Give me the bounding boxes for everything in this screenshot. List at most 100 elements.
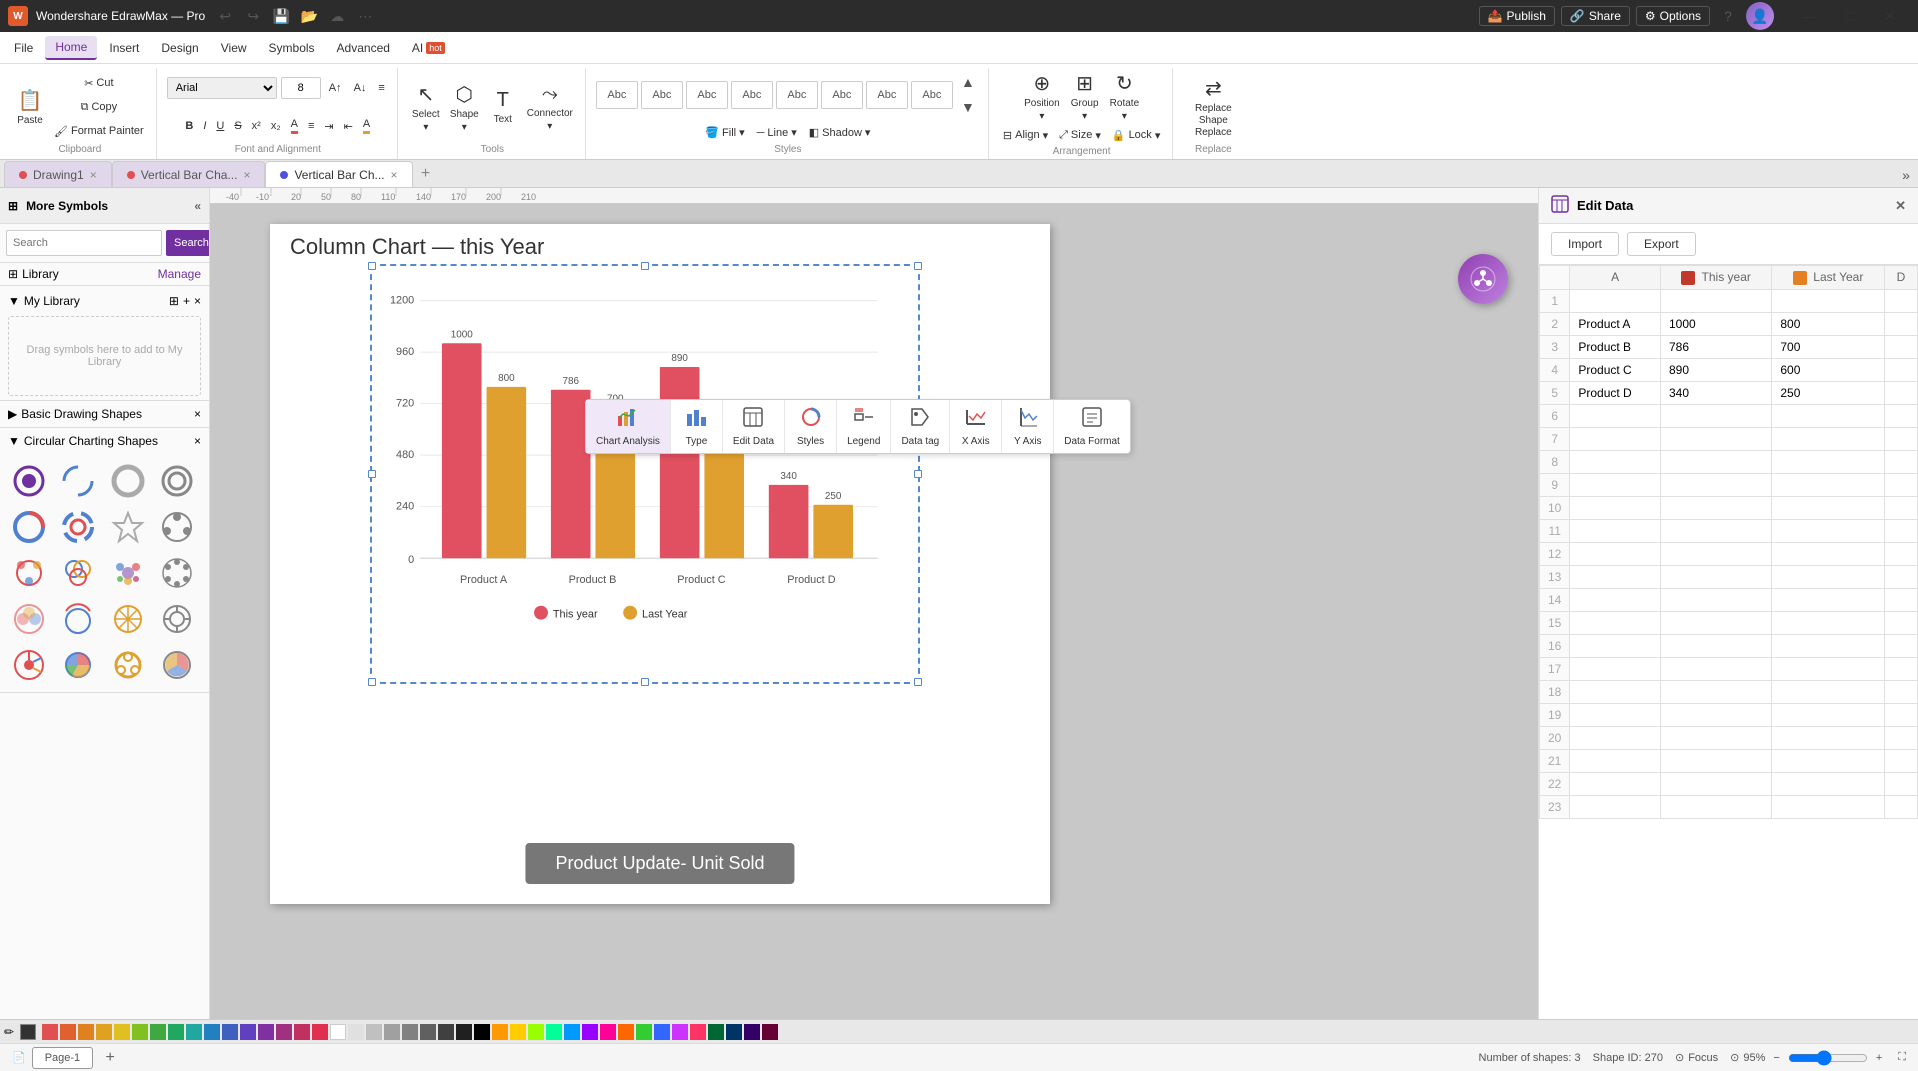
cell-b[interactable]	[1660, 473, 1771, 496]
cell-d[interactable]	[1884, 795, 1917, 818]
circular-shapes-close[interactable]: ×	[194, 434, 201, 448]
cell-c[interactable]	[1772, 588, 1885, 611]
cell-c[interactable]	[1772, 565, 1885, 588]
cell-a[interactable]	[1570, 473, 1661, 496]
color-swatch-15[interactable]	[294, 1024, 310, 1040]
cell-a[interactable]: Product D	[1570, 381, 1661, 404]
zoom-decrease-button[interactable]: −	[1769, 1052, 1783, 1064]
basic-shapes-close[interactable]: ×	[194, 407, 201, 421]
shape-button[interactable]: ⬡ Shape ▾	[446, 81, 483, 133]
cell-d[interactable]	[1884, 519, 1917, 542]
cell-c[interactable]: 250	[1772, 381, 1885, 404]
color-swatch-12[interactable]	[240, 1024, 256, 1040]
color-swatch-33[interactable]	[618, 1024, 634, 1040]
cell-b[interactable]	[1660, 703, 1771, 726]
tab-add-button[interactable]: +	[413, 161, 439, 187]
shape-item-9[interactable]	[8, 552, 50, 594]
strikethrough-button[interactable]: S	[230, 115, 245, 137]
color-swatch-34[interactable]	[636, 1024, 652, 1040]
menu-symbols[interactable]: Symbols	[259, 37, 325, 59]
close-button[interactable]: ✕	[1870, 0, 1910, 32]
color-swatch-28[interactable]	[528, 1024, 544, 1040]
color-swatch-16[interactable]	[312, 1024, 328, 1040]
menu-view[interactable]: View	[211, 37, 257, 59]
style-4[interactable]: Abc	[731, 81, 773, 109]
cell-a[interactable]	[1570, 634, 1661, 657]
zoom-slider[interactable]	[1788, 1050, 1868, 1066]
shape-item-18[interactable]	[57, 644, 99, 686]
cell-b[interactable]	[1660, 496, 1771, 519]
my-library-close-icon[interactable]: ×	[194, 294, 201, 308]
cell-d[interactable]	[1884, 726, 1917, 749]
tab-drawing1[interactable]: Drawing1 ×	[4, 161, 112, 187]
handle-tl[interactable]	[368, 262, 376, 270]
cell-d[interactable]	[1884, 289, 1917, 312]
color-swatch-23[interactable]	[438, 1024, 454, 1040]
shape-item-12[interactable]	[156, 552, 198, 594]
color-swatch-13[interactable]	[258, 1024, 274, 1040]
tab-close-vbar2[interactable]: ×	[391, 168, 398, 182]
menu-ai[interactable]: AI hot	[402, 37, 455, 59]
cell-a[interactable]	[1570, 565, 1661, 588]
chart-y-axis-tool[interactable]: Y Axis	[1002, 400, 1054, 453]
position-button[interactable]: ⊕ Position ▾	[1020, 70, 1064, 122]
font-size-increase[interactable]: A↑	[325, 77, 346, 99]
chart-data-format-tool[interactable]: Data Format	[1054, 400, 1130, 453]
format-paint-button[interactable]: 🖌 Format Painter	[50, 120, 148, 142]
color-swatch-24[interactable]	[456, 1024, 472, 1040]
cell-d[interactable]	[1884, 565, 1917, 588]
chart-data-tag-tool[interactable]: Data tag	[891, 400, 950, 453]
menu-design[interactable]: Design	[151, 37, 208, 59]
cell-c[interactable]: 800	[1772, 312, 1885, 335]
chart-styles-tool[interactable]: Styles	[785, 400, 837, 453]
color-swatch-11[interactable]	[222, 1024, 238, 1040]
circular-shapes-header[interactable]: ▼ Circular Charting Shapes ×	[0, 428, 209, 454]
cell-d[interactable]	[1884, 381, 1917, 404]
cell-a[interactable]	[1570, 749, 1661, 772]
color-swatch-4[interactable]	[96, 1024, 112, 1040]
ai-mindmap-button[interactable]	[1458, 254, 1508, 304]
cell-b[interactable]	[1660, 634, 1771, 657]
save-button[interactable]: 💾	[269, 4, 293, 28]
cell-a[interactable]	[1570, 404, 1661, 427]
shape-item-5[interactable]	[8, 506, 50, 548]
cell-a[interactable]	[1570, 542, 1661, 565]
color-swatch-6[interactable]	[132, 1024, 148, 1040]
cell-b[interactable]	[1660, 772, 1771, 795]
cell-c[interactable]	[1772, 772, 1885, 795]
color-swatch-38[interactable]	[708, 1024, 724, 1040]
shape-item-16[interactable]	[156, 598, 198, 640]
cut-button[interactable]: ✂ Cut	[50, 72, 148, 94]
cell-c[interactable]	[1772, 703, 1885, 726]
profile-avatar[interactable]: 👤	[1746, 2, 1774, 30]
cell-b[interactable]	[1660, 519, 1771, 542]
shape-item-20[interactable]	[156, 644, 198, 686]
text-align-button[interactable]: ≡	[374, 77, 388, 99]
cell-b[interactable]	[1660, 565, 1771, 588]
cell-b[interactable]	[1660, 542, 1771, 565]
cell-a[interactable]	[1570, 611, 1661, 634]
lock-button[interactable]: 🔒 Lock ▾	[1108, 124, 1164, 146]
cell-a[interactable]	[1570, 680, 1661, 703]
cell-c[interactable]	[1772, 289, 1885, 312]
subscript-button[interactable]: x₂	[267, 115, 285, 137]
cell-d[interactable]	[1884, 588, 1917, 611]
bullet-list-button[interactable]: ≡	[304, 115, 318, 137]
cell-a[interactable]	[1570, 427, 1661, 450]
cell-b[interactable]	[1660, 611, 1771, 634]
cell-c[interactable]	[1772, 657, 1885, 680]
style-2[interactable]: Abc	[641, 81, 683, 109]
cell-c[interactable]	[1772, 450, 1885, 473]
color-swatch-32[interactable]	[600, 1024, 616, 1040]
fill-button[interactable]: 🪣 Fill ▾	[701, 122, 748, 144]
chart-x-axis-tool[interactable]: X Axis	[950, 400, 1002, 453]
manage-button[interactable]: Manage	[158, 267, 201, 281]
text-color-button[interactable]: A	[287, 115, 302, 137]
size-button[interactable]: ⤢ Size ▾	[1055, 124, 1105, 146]
color-swatch-19[interactable]	[366, 1024, 382, 1040]
color-swatch-29[interactable]	[546, 1024, 562, 1040]
menu-home[interactable]: Home	[45, 36, 97, 60]
color-swatch-2[interactable]	[60, 1024, 76, 1040]
style-7[interactable]: Abc	[866, 81, 908, 109]
tab-vbar1[interactable]: Vertical Bar Cha... ×	[112, 161, 266, 187]
